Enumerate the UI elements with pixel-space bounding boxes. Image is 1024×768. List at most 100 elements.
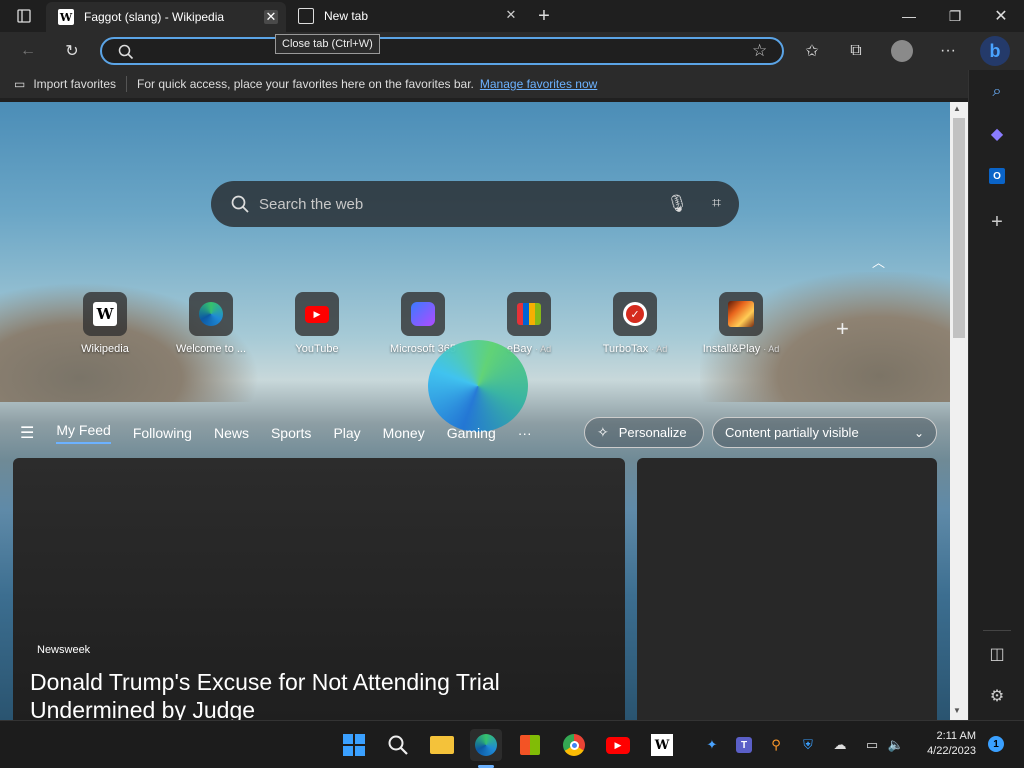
- tile-label: YouTube: [295, 343, 339, 355]
- teams-icon[interactable]: T: [734, 735, 754, 755]
- tile-label: Install&Play: [702, 343, 761, 355]
- microsoft-365-icon: [411, 302, 435, 326]
- favorites-bar-message: For quick access, place your favorites h…: [137, 77, 474, 91]
- import-favorites-button[interactable]: Import favorites: [33, 77, 116, 91]
- side-card[interactable]: [637, 458, 937, 720]
- article-card[interactable]: Newsweek Donald Trump's Excuse for Not A…: [13, 458, 625, 723]
- microsoft-365-icon[interactable]: ◆: [983, 120, 1011, 148]
- feed-tab-following[interactable]: Following: [133, 425, 192, 441]
- security-icon[interactable]: ⛨: [798, 735, 818, 755]
- network-icon[interactable]: ▭: [862, 735, 882, 755]
- personalize-button[interactable]: ✧ Personalize: [584, 417, 704, 448]
- divider: [126, 76, 128, 92]
- address-bar[interactable]: ☆: [100, 37, 784, 65]
- chevron-down-icon: ⌄: [913, 425, 924, 440]
- favorites-button[interactable]: ✩: [798, 37, 826, 65]
- search-icon[interactable]: [382, 729, 414, 761]
- clock-date: 4/22/2023: [927, 745, 976, 757]
- youtube-taskbar-icon[interactable]: ▶: [602, 729, 634, 761]
- web-search-box[interactable]: Search the web 🎙 ⌗: [211, 181, 739, 227]
- wikipedia-taskbar-icon[interactable]: W: [646, 729, 678, 761]
- onedrive-icon[interactable]: ☁: [830, 735, 850, 755]
- add-sidebar-app-icon[interactable]: +: [983, 208, 1011, 236]
- feed-tab-gaming[interactable]: Gaming: [447, 425, 496, 441]
- start-button[interactable]: [338, 729, 370, 761]
- edge-taskbar-icon[interactable]: [470, 729, 502, 761]
- add-quick-link-button[interactable]: +: [836, 316, 849, 342]
- search-placeholder: Search the web: [259, 195, 364, 213]
- manage-favorites-link[interactable]: Manage favorites now: [480, 77, 597, 91]
- tile-label: Welcome to ...: [175, 343, 247, 355]
- collections-button[interactable]: ⧉: [842, 37, 870, 65]
- outlook-icon[interactable]: O: [983, 162, 1011, 190]
- tab-title: Faggot (slang) - Wikipedia: [84, 10, 225, 24]
- close-window-button[interactable]: ✕: [978, 0, 1024, 32]
- ad-badge: · Ad: [651, 344, 668, 354]
- scroll-down-icon[interactable]: ▼: [953, 706, 961, 715]
- edge-sidebar: ⌕ ◆ O + ◫ ⚙: [968, 70, 1024, 720]
- clock-time: 2:11 AM: [936, 730, 976, 742]
- feed-tab-money[interactable]: Money: [383, 425, 425, 441]
- restore-button[interactable]: ❐: [932, 0, 978, 32]
- profile-avatar[interactable]: [891, 40, 913, 62]
- visual-search-icon[interactable]: ⌗: [712, 195, 721, 213]
- ebay-bag-icon: [517, 303, 541, 325]
- feed-tab-my-feed[interactable]: My Feed: [56, 422, 111, 444]
- content-visibility-select[interactable]: Content partially visible ⌄: [712, 417, 937, 448]
- hide-sidebar-icon[interactable]: ◫: [983, 640, 1011, 668]
- volume-icon[interactable]: 🔈: [886, 735, 906, 755]
- search-tray-icon[interactable]: ⚲: [766, 735, 786, 755]
- article-headline[interactable]: Donald Trump's Excuse for Not Attending …: [30, 668, 590, 724]
- quick-link-youtube[interactable]: ▶ YouTube: [267, 292, 367, 355]
- tab-wikipedia[interactable]: W Faggot (slang) - Wikipedia ✕: [46, 2, 286, 32]
- favorites-bar: ▭ Import favorites For quick access, pla…: [0, 70, 968, 98]
- quick-link-edge-welcome[interactable]: Welcome to ...: [161, 292, 261, 355]
- quick-link-wikipedia[interactable]: W Wikipedia: [55, 292, 155, 355]
- taskbar: ▶ W ✦ T ⚲ ⛨ ☁ ▭ 🔈 2:11 AM 4/22/2023 1: [0, 720, 1024, 768]
- search-icon: [118, 44, 134, 60]
- notification-badge[interactable]: 1: [988, 736, 1004, 752]
- import-icon: ▭: [14, 77, 26, 91]
- settings-more-button[interactable]: ···: [934, 37, 962, 65]
- search-icon: [231, 195, 249, 213]
- microsoft-store-icon[interactable]: [514, 729, 546, 761]
- close-tab-icon[interactable]: ✕: [504, 8, 518, 22]
- refresh-button[interactable]: ↻: [58, 37, 86, 65]
- divider: [983, 630, 1011, 631]
- scrollbar-thumb[interactable]: [953, 118, 965, 338]
- feed-tab-sports[interactable]: Sports: [271, 425, 311, 441]
- ad-badge: · Ad: [763, 344, 780, 354]
- scroll-up-icon[interactable]: ▲: [953, 104, 961, 113]
- edge-icon: [199, 302, 223, 326]
- feed-tab-more[interactable]: ···: [518, 425, 532, 441]
- add-favorite-icon[interactable]: ☆: [752, 41, 767, 61]
- menu-icon[interactable]: ☰: [20, 423, 34, 443]
- quick-link-install-play[interactable]: Install&Play · Ad: [691, 292, 791, 355]
- tile-label: Wikipedia: [81, 343, 129, 355]
- system-clock[interactable]: 2:11 AM 4/22/2023: [914, 729, 976, 759]
- tile-label: TurboTax: [602, 343, 649, 355]
- content-visibility-value: Content partially visible: [725, 425, 859, 440]
- tab-new-tab[interactable]: New tab ✕: [290, 0, 526, 32]
- minimize-button[interactable]: —: [886, 0, 932, 32]
- close-tab-tooltip: Close tab (Ctrl+W): [275, 34, 380, 54]
- tab-actions-icon[interactable]: [10, 2, 38, 30]
- close-tab-icon[interactable]: ✕: [264, 10, 278, 24]
- youtube-icon: ▶: [305, 305, 329, 323]
- feed-tab-news[interactable]: News: [214, 425, 249, 441]
- personalize-icon: ✧: [597, 424, 609, 440]
- bing-chat-icon[interactable]: b: [980, 36, 1010, 66]
- file-explorer-icon[interactable]: [426, 729, 458, 761]
- game-icon: [728, 301, 754, 327]
- chrome-icon[interactable]: [558, 729, 590, 761]
- article-source: Newsweek: [37, 644, 91, 656]
- search-icon[interactable]: ⌕: [983, 78, 1011, 106]
- tray-app-icon[interactable]: ✦: [702, 735, 722, 755]
- feed-tab-play[interactable]: Play: [333, 425, 360, 441]
- new-tab-button[interactable]: +: [530, 2, 558, 30]
- back-button[interactable]: ←: [14, 37, 42, 65]
- quick-link-turbotax[interactable]: ✓ TurboTax · Ad: [585, 292, 685, 355]
- collapse-icon[interactable]: ︿: [872, 252, 885, 271]
- microphone-icon[interactable]: 🎙: [666, 194, 688, 214]
- sidebar-settings-icon[interactable]: ⚙: [983, 682, 1011, 710]
